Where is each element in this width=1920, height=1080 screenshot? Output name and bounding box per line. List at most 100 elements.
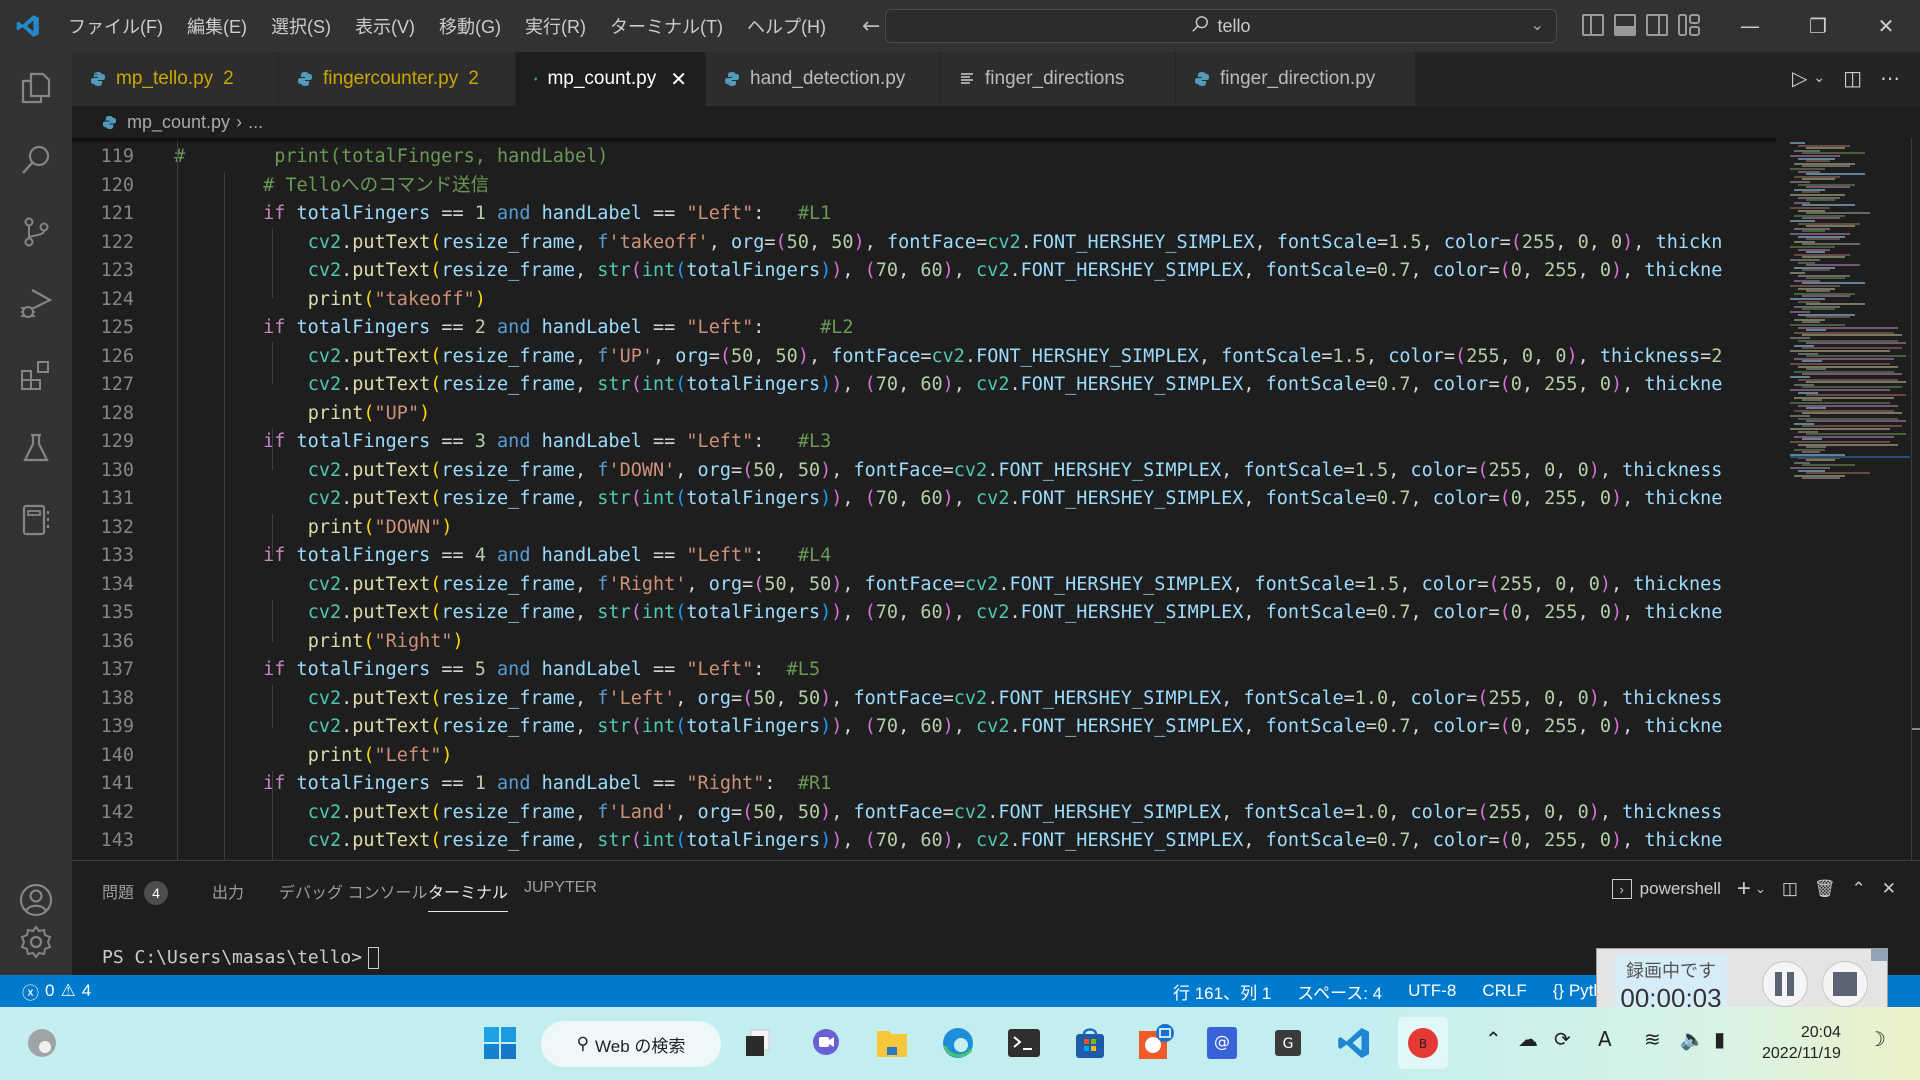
- tab-mp-tello[interactable]: mp_tello.py 2: [72, 52, 279, 106]
- tab-fingercounter[interactable]: fingercounter.py 2: [279, 52, 516, 106]
- microsoft-store-icon[interactable]: [1068, 1021, 1112, 1065]
- clock[interactable]: 20:04 2022/11/19: [1762, 1022, 1841, 1064]
- code-line[interactable]: 135 cv2.putText(resize_frame, str(int(to…: [72, 599, 1848, 628]
- g-app-icon[interactable]: G: [1266, 1021, 1310, 1065]
- code-line[interactable]: 131 cv2.putText(resize_frame, str(int(to…: [72, 485, 1848, 514]
- search-icon[interactable]: [0, 124, 72, 196]
- terminal-dropdown-icon[interactable]: ⌄: [1755, 881, 1766, 897]
- minimap[interactable]: [1776, 138, 1920, 860]
- code-line[interactable]: 119 # print(totalFingers, handLabel): [72, 143, 1848, 172]
- menu-help[interactable]: ヘルプ(H): [735, 13, 838, 39]
- code-line[interactable]: 139 cv2.putText(resize_frame, str(int(to…: [72, 713, 1848, 742]
- problems-status[interactable]: ⓧ 0 ⚠ 4: [22, 979, 91, 1004]
- battery-charging-icon[interactable]: ▮: [1714, 1027, 1725, 1051]
- code-editor[interactable]: 119 # print(totalFingers, handLabel) 120 #…: [72, 138, 1848, 860]
- tab-finger-directions[interactable]: finger_directions: [941, 52, 1176, 106]
- menu-edit[interactable]: 編集(E): [175, 13, 259, 39]
- toggle-primary-sidebar-icon[interactable]: [1582, 14, 1604, 36]
- start-button-windows-icon[interactable]: [478, 1021, 522, 1065]
- code-line[interactable]: 133 if totalFingers == 4 and handLabel =…: [72, 542, 1848, 571]
- menu-run[interactable]: 実行(R): [513, 13, 598, 39]
- menu-selection[interactable]: 選択(S): [259, 13, 343, 39]
- testing-icon[interactable]: [0, 412, 72, 484]
- code-line[interactable]: 138 cv2.putText(resize_frame, f'Left', o…: [72, 685, 1848, 714]
- code-line[interactable]: 120 # Telloへのコマンド送信: [72, 172, 1848, 201]
- recorder-minimize-button[interactable]: [1871, 949, 1887, 961]
- code-line[interactable]: 126 cv2.putText(resize_frame, f'UP', org…: [72, 343, 1848, 372]
- extensions-icon[interactable]: [0, 340, 72, 412]
- new-terminal-icon[interactable]: +: [1737, 875, 1751, 903]
- vscode-taskbar-icon[interactable]: [1332, 1021, 1376, 1065]
- terminal-prompt-line[interactable]: PS C:\Users\masas\tello>: [102, 947, 380, 969]
- at-menu-icon[interactable]: @: [1200, 1021, 1244, 1065]
- indentation[interactable]: スペース: 4: [1297, 979, 1382, 1004]
- terminal-app-icon[interactable]: [1002, 1021, 1046, 1065]
- code-line[interactable]: 122 cv2.putText(resize_frame, f'takeoff'…: [72, 229, 1848, 258]
- settings-gear-icon[interactable]: [0, 906, 72, 978]
- file-explorer-icon[interactable]: [870, 1021, 914, 1065]
- source-control-icon[interactable]: [0, 196, 72, 268]
- kill-terminal-trash-icon[interactable]: 🗑: [1814, 879, 1836, 899]
- edge-browser-icon[interactable]: [936, 1021, 980, 1065]
- weather-widget-icon[interactable]: [20, 1021, 64, 1065]
- code-line[interactable]: 124 print("takeoff"): [72, 286, 1848, 315]
- command-center-search[interactable]: tello ⌄: [885, 9, 1557, 43]
- panel-tab-output[interactable]: 出力: [212, 879, 244, 903]
- teams-chat-icon[interactable]: [804, 1021, 848, 1065]
- close-window-button[interactable]: ✕: [1852, 0, 1920, 52]
- volume-icon[interactable]: 🔈: [1680, 1027, 1705, 1051]
- panel-tab-jupyter[interactable]: JUPYTER: [524, 879, 597, 897]
- code-line[interactable]: 136 print("Right"): [72, 628, 1848, 657]
- taskbar-search-box[interactable]: ⚲ Web の検索: [541, 1021, 721, 1067]
- encoding[interactable]: UTF-8: [1408, 981, 1456, 1001]
- focus-assist-moon-icon[interactable]: ☽: [1868, 1027, 1886, 1051]
- code-line[interactable]: 143 cv2.putText(resize_frame, str(int(to…: [72, 827, 1848, 856]
- menu-file[interactable]: ファイル(F): [56, 13, 175, 39]
- more-actions-icon[interactable]: ⋯: [1880, 66, 1900, 90]
- toggle-secondary-sidebar-icon[interactable]: [1646, 14, 1668, 36]
- menu-view[interactable]: 表示(V): [343, 13, 427, 39]
- code-line[interactable]: 132 print("DOWN"): [72, 514, 1848, 543]
- pause-recording-button[interactable]: [1762, 961, 1808, 1007]
- tab-mp-count[interactable]: mp_count.py ✕: [516, 52, 706, 106]
- breadcrumb-file[interactable]: mp_count.py: [127, 112, 230, 133]
- code-line[interactable]: 137 if totalFingers == 5 and handLabel =…: [72, 656, 1848, 685]
- stop-recording-button[interactable]: [1822, 961, 1868, 1007]
- split-terminal-icon[interactable]: ◫: [1782, 879, 1798, 899]
- onedrive-cloud-icon[interactable]: ☁: [1518, 1027, 1538, 1051]
- explorer-icon[interactable]: [0, 52, 72, 124]
- panel-tab-debug-console[interactable]: デバッグ コンソール: [279, 879, 427, 903]
- code-line[interactable]: 129 if totalFingers == 3 and handLabel =…: [72, 428, 1848, 457]
- code-line[interactable]: 142 cv2.putText(resize_frame, f'Land', o…: [72, 799, 1848, 828]
- panel-tab-terminal[interactable]: ターミナル: [428, 879, 509, 912]
- code-line[interactable]: 134 cv2.putText(resize_frame, f'Right', …: [72, 571, 1848, 600]
- close-tab-icon[interactable]: ✕: [670, 67, 687, 92]
- toggle-panel-icon[interactable]: [1614, 14, 1636, 36]
- maximize-panel-chevron-up-icon[interactable]: ⌃: [1852, 879, 1866, 899]
- terminal-name[interactable]: powershell: [1640, 879, 1721, 899]
- code-line[interactable]: 123 cv2.putText(resize_frame, str(int(to…: [72, 257, 1848, 286]
- wifi-icon[interactable]: ≋: [1644, 1027, 1661, 1051]
- task-view-icon[interactable]: [736, 1021, 780, 1065]
- run-debug-icon[interactable]: [0, 268, 72, 340]
- breadcrumb-symbol[interactable]: ...: [248, 112, 263, 133]
- notebook-icon[interactable]: [0, 484, 72, 556]
- mail-app-icon[interactable]: [1134, 1021, 1178, 1065]
- cursor-position[interactable]: 行 161、列 1: [1173, 979, 1271, 1004]
- run-python-file-icon[interactable]: ▷: [1792, 66, 1807, 90]
- ime-indicator[interactable]: A: [1598, 1027, 1612, 1051]
- code-line[interactable]: 130 cv2.putText(resize_frame, f'DOWN', o…: [72, 457, 1848, 486]
- code-line[interactable]: 127 cv2.putText(resize_frame, str(int(to…: [72, 371, 1848, 400]
- tab-hand-detection[interactable]: hand_detection.py: [706, 52, 941, 106]
- minimize-button[interactable]: —: [1716, 0, 1784, 52]
- code-line[interactable]: 121 if totalFingers == 1 and handLabel =…: [72, 200, 1848, 229]
- restore-button[interactable]: ❐: [1784, 0, 1852, 52]
- tab-finger-direction[interactable]: finger_direction.py: [1176, 52, 1416, 106]
- panel-tab-problems[interactable]: 問題 4: [102, 879, 169, 905]
- back-arrow-icon[interactable]: ←: [862, 14, 880, 39]
- run-dropdown-icon[interactable]: ⌄: [1813, 70, 1825, 90]
- vertical-scrollbar[interactable]: [1911, 138, 1912, 860]
- customize-layout-icon[interactable]: [1678, 14, 1700, 36]
- sync-icon[interactable]: ⟳: [1554, 1027, 1571, 1051]
- screen-recorder-taskbar-icon[interactable]: B: [1398, 1017, 1448, 1069]
